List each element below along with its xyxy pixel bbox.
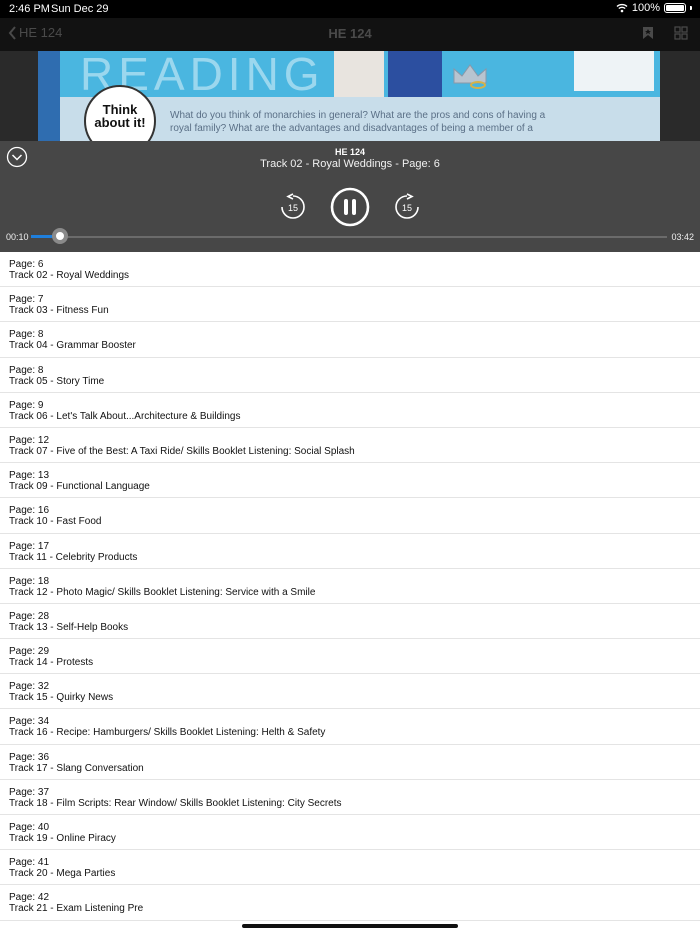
track-page: Page: 32 — [9, 681, 50, 693]
track-list: Page: 6 Track 02 - Royal Weddings Page: 7T… — [0, 252, 700, 921]
track-row[interactable]: Page: 16 Track 10 - Fast Food — [0, 498, 700, 534]
nav-bar: HE 124 HE 124 — [0, 18, 700, 51]
battery-percent: 100% — [631, 2, 660, 14]
status-date: Sun Dec 29 — [51, 3, 109, 15]
track-title: Track 21 - Exam Listening Pre — [9, 903, 144, 915]
track-title: Track 04 - Grammar Booster — [9, 340, 136, 352]
track-row[interactable]: Page: 12 Track 07 - Five of the Best: A T… — [0, 428, 700, 464]
track-title: Track 03 - Fitness Fun — [9, 305, 109, 317]
photo-bride — [334, 51, 384, 97]
status-right: 100% — [616, 2, 692, 14]
track-row[interactable]: Page: 8 Track 04 - Grammar Booster — [0, 322, 700, 358]
track-title: Track 13 - Self-Help Books — [9, 621, 129, 633]
bookmark-icon[interactable] — [642, 26, 654, 40]
track-row[interactable]: Page: 42 Track 21 - Exam Listening Pre — [0, 885, 700, 921]
rewind-15-label: 15 — [288, 203, 298, 213]
page-paragraph: What do you think of monarchies in gener… — [170, 110, 546, 134]
track-title: Track 09 - Functional Language — [9, 481, 150, 493]
home-indicator — [242, 924, 458, 928]
track-page: Page: 42 — [9, 892, 50, 904]
track-page: Page: 16 — [9, 505, 50, 517]
playback-controls: 15 15 — [278, 187, 422, 227]
track-title: Track 06 - Let's Talk About...Architectu… — [9, 410, 241, 422]
track-page: Page: 40 — [9, 822, 50, 833]
track-page: Page: 9 — [9, 399, 44, 411]
track-row[interactable]: Page: 37 Track 18 - Film Scripts: Rear Wi… — [0, 780, 700, 815]
track-row[interactable]: Page: 9 Track 06 - Let's Talk About...Arc… — [0, 393, 700, 428]
track-title: Track 14 - Protests — [9, 657, 94, 669]
track-row[interactable]: Page: 8 Track 05 - Story Time — [0, 358, 700, 393]
track-title: Track 15 - Quirky News — [9, 692, 114, 704]
track-title: Track 10 - Fast Food — [9, 516, 102, 528]
track-page: Page: 7 — [9, 294, 44, 306]
track-page: Page: 6 — [9, 259, 44, 270]
track-title: Track 20 - Mega Parties — [9, 868, 116, 880]
track-title: Track 18 - Film Scripts: Rear Window/ Sk… — [9, 797, 342, 809]
battery-icon — [664, 3, 686, 13]
elapsed-time: 00:10 — [6, 232, 29, 242]
wifi-icon — [616, 3, 628, 13]
status-bar: 2:46 PM Sun Dec 29 100% — [0, 0, 700, 18]
progress-track[interactable] — [31, 236, 667, 238]
track-row[interactable]: Page: 36 Track 17 - Slang Conversation — [0, 745, 700, 780]
audio-player: HE 124 Track 02 - Royal Weddings - Page:… — [0, 141, 700, 252]
track-title: Track 16 - Recipe: Hamburgers/ Skills Bo… — [9, 727, 326, 739]
track-row[interactable]: Page: 41 Track 20 - Mega Parties — [0, 850, 700, 886]
forward-15-label: 15 — [402, 203, 412, 213]
photo-groom — [388, 51, 442, 97]
rewind-15-button[interactable]: 15 — [278, 192, 308, 222]
track-row[interactable]: Page: 29 Track 14 - Protests — [0, 639, 700, 675]
track-page: Page: 17 — [9, 540, 50, 552]
battery-tip — [690, 6, 692, 10]
track-page: Page: 41 — [9, 857, 50, 869]
total-duration: 03:42 — [671, 232, 694, 242]
nav-title: HE 124 — [328, 26, 372, 41]
progress-knob[interactable] — [51, 228, 68, 244]
track-row[interactable]: Page: 7 Track 03 - Fitness Fun — [0, 287, 700, 323]
page-number-card — [574, 51, 654, 91]
book-page-image: READING Think about it! What do you thin… — [38, 51, 660, 141]
nav-actions — [642, 26, 688, 40]
track-page: Page: 37 — [9, 786, 50, 798]
track-title: Track 19 - Online Piracy — [9, 833, 116, 844]
track-page: Page: 12 — [9, 434, 50, 446]
player-subtitle: Track 02 - Royal Weddings - Page: 6 — [260, 158, 440, 170]
track-page: Page: 36 — [9, 751, 50, 763]
page-side-tab — [38, 51, 60, 141]
status-time: 2:46 PM — [9, 3, 50, 15]
track-page: Page: 13 — [9, 470, 50, 482]
track-title: Track 12 - Photo Magic/ Skills Booklet L… — [9, 586, 316, 598]
track-page: Page: 34 — [9, 716, 50, 728]
track-title: Track 07 - Five of the Best: A Taxi Ride… — [9, 445, 355, 457]
track-row[interactable]: Page: 32 Track 15 - Quirky News — [0, 674, 700, 710]
track-title: Track 17 - Slang Conversation — [9, 762, 144, 774]
track-title: Track 02 - Royal Weddings — [9, 270, 130, 281]
track-row[interactable]: Page: 40 Track 19 - Online Piracy — [0, 815, 700, 851]
track-row[interactable]: Page: 28 Track 13 - Self-Help Books — [0, 604, 700, 640]
player-title: HE 124 — [334, 147, 366, 157]
track-title: Track 05 - Story Time — [9, 375, 105, 387]
grid-icon[interactable] — [674, 26, 688, 40]
track-row[interactable]: Page: 17 Track 11 - Celebrity Products — [0, 534, 700, 569]
track-page: Page: 28 — [9, 610, 50, 622]
track-page: Page: 8 — [9, 364, 44, 376]
forward-15-button[interactable]: 15 — [392, 192, 422, 222]
track-row[interactable]: Page: 18 Track 12 - Photo Magic/ Skills B… — [0, 569, 700, 604]
crown-icon — [453, 64, 487, 89]
pause-button[interactable] — [330, 187, 370, 227]
track-page: Page: 29 — [9, 646, 50, 658]
track-page: Page: 8 — [9, 329, 44, 341]
track-title: Track 11 - Celebrity Products — [9, 551, 138, 563]
track-row[interactable]: Page: 6 Track 02 - Royal Weddings — [0, 252, 700, 288]
page-preview: READING Think about it! What do you thin… — [0, 51, 700, 141]
track-row[interactable]: Page: 34 Track 16 - Recipe: Hamburgers/ S… — [0, 709, 700, 745]
track-row[interactable]: Page: 13 Track 09 - Functional Language — [0, 463, 700, 499]
track-page: Page: 18 — [9, 575, 50, 587]
